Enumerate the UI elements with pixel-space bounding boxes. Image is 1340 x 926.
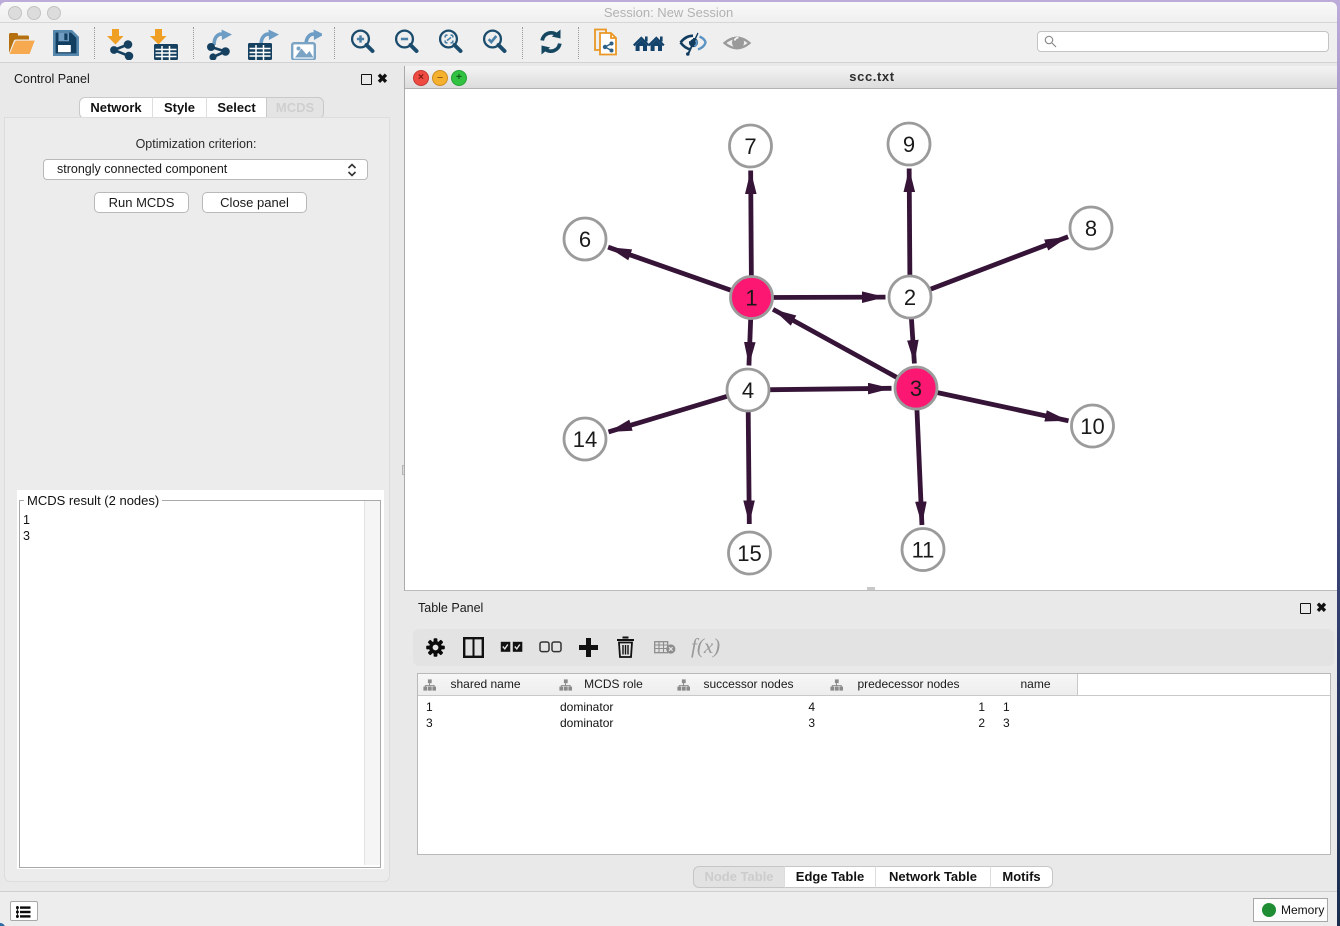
svg-text:10: 10: [1080, 414, 1104, 439]
svg-text:2: 2: [904, 285, 916, 310]
svg-text:4: 4: [742, 378, 754, 403]
svg-text:8: 8: [1085, 216, 1097, 241]
svg-text:1: 1: [745, 286, 757, 311]
svg-text:11: 11: [912, 538, 935, 563]
svg-text:7: 7: [744, 134, 756, 159]
svg-text:9: 9: [903, 132, 915, 157]
svg-text:14: 14: [573, 427, 597, 452]
svg-text:15: 15: [737, 541, 761, 566]
svg-text:6: 6: [579, 227, 591, 252]
svg-text:3: 3: [910, 376, 922, 401]
